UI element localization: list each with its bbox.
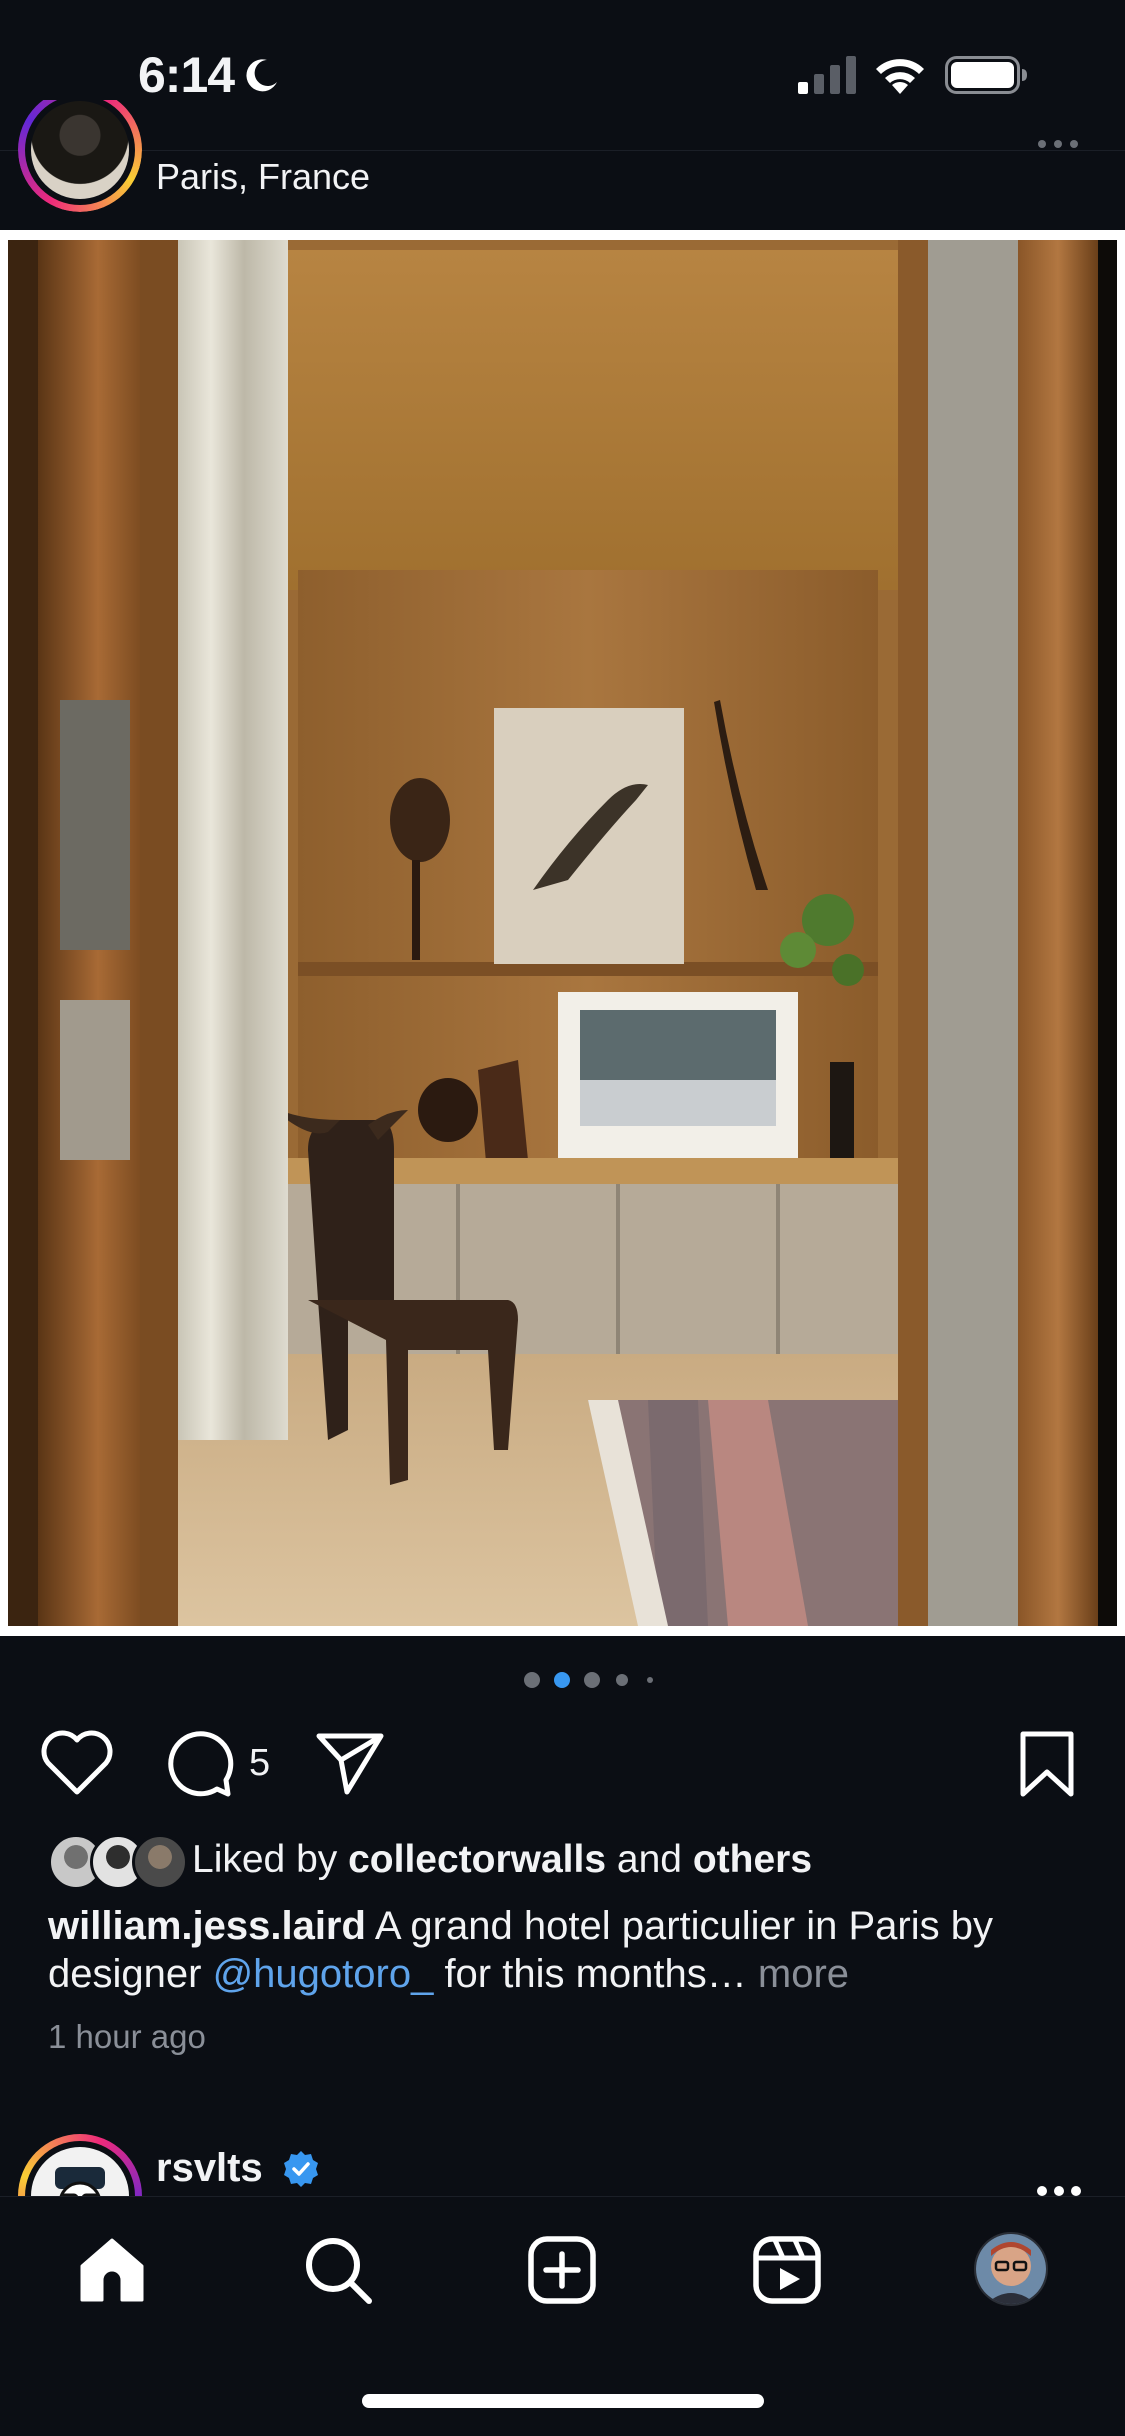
reels-icon[interactable] bbox=[751, 2234, 823, 2306]
next-post-username[interactable]: rsvlts bbox=[156, 2146, 263, 2191]
post-caption: william.jess.laird A grand hotel particu… bbox=[48, 1902, 1088, 1998]
carousel-indicator bbox=[524, 1672, 653, 1688]
liked-by-joiner: and bbox=[616, 1838, 682, 1881]
save-icon[interactable] bbox=[1018, 1730, 1076, 1798]
likers-avatars[interactable] bbox=[48, 1834, 188, 1890]
comment-count[interactable]: 5 bbox=[249, 1742, 270, 1785]
next-post-avatar[interactable] bbox=[18, 2134, 142, 2196]
moon-icon bbox=[246, 59, 277, 92]
wifi-icon bbox=[876, 59, 924, 94]
profile-avatar[interactable] bbox=[974, 2232, 1048, 2306]
post-location[interactable]: Paris, France bbox=[156, 156, 370, 198]
post-image-frame[interactable] bbox=[0, 230, 1125, 1636]
liked-by-others[interactable]: others bbox=[693, 1838, 812, 1881]
caption-text-end: for this months… bbox=[433, 1952, 747, 1996]
liked-by-text[interactable]: Liked by collectorwalls and others bbox=[192, 1838, 812, 1882]
comment-icon[interactable] bbox=[164, 1728, 234, 1798]
liked-by-user[interactable]: collectorwalls bbox=[348, 1838, 606, 1881]
create-icon[interactable] bbox=[526, 2234, 598, 2306]
status-time: 6:14 bbox=[138, 47, 235, 103]
caption-mention[interactable]: @hugotoro_ bbox=[213, 1952, 434, 1996]
more-options-icon[interactable] bbox=[1037, 140, 1079, 156]
liked-by-prefix: Liked by bbox=[192, 1838, 338, 1881]
post-timestamp: 1 hour ago bbox=[48, 2018, 206, 2055]
liker-avatar bbox=[132, 1834, 188, 1890]
post-image[interactable] bbox=[8, 240, 1117, 1626]
caption-more-link[interactable]: more bbox=[747, 1952, 849, 1996]
verified-badge-icon bbox=[284, 2151, 318, 2187]
home-icon[interactable] bbox=[76, 2234, 148, 2306]
status-bar: 6:14 bbox=[0, 0, 1125, 150]
share-icon[interactable] bbox=[315, 1730, 385, 1796]
cellular-signal-icon bbox=[798, 56, 856, 94]
caption-username[interactable]: william.jess.laird bbox=[48, 1904, 366, 1948]
search-icon[interactable] bbox=[302, 2234, 374, 2306]
like-icon[interactable] bbox=[40, 1730, 114, 1796]
home-indicator[interactable] bbox=[362, 2394, 764, 2408]
battery-icon bbox=[945, 56, 1027, 94]
